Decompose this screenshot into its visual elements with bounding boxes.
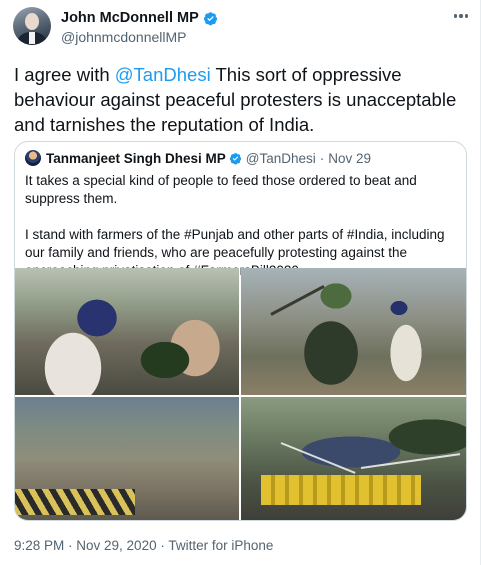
more-options-icon[interactable] xyxy=(452,8,470,24)
verified-badge-icon xyxy=(229,152,241,164)
quoted-display-name[interactable]: Tanmanjeet Singh Dhesi MP xyxy=(46,151,226,166)
mention-link[interactable]: @TanDhesi xyxy=(115,64,211,85)
media-photo-2[interactable] xyxy=(241,268,466,395)
quoted-separator: · xyxy=(319,150,325,166)
quoted-header: Tanmanjeet Singh Dhesi MP @TanDhesi · No… xyxy=(25,150,371,166)
author-avatar[interactable] xyxy=(13,7,51,45)
quoted-handle[interactable]: @TanDhesi xyxy=(246,151,316,166)
quoted-text: It takes a special kind of people to fee… xyxy=(25,172,457,280)
quoted-avatar[interactable] xyxy=(25,150,41,166)
tweet-text-before: I agree with xyxy=(14,64,115,85)
media-photo-3[interactable] xyxy=(15,397,239,520)
tweet-text: I agree with @TanDhesi This sort of oppr… xyxy=(14,62,474,137)
author-handle[interactable]: @johnmcdonnellMP xyxy=(61,29,187,45)
author-name-row[interactable]: John McDonnell MP xyxy=(61,10,218,26)
quoted-date[interactable]: Nov 29 xyxy=(328,151,371,166)
media-photo-4[interactable] xyxy=(241,397,466,520)
tweet: John McDonnell MP @johnmcdonnellMP I agr… xyxy=(0,0,481,565)
tweet-timestamp[interactable]: 9:28 PM · Nov 29, 2020 · Twitter for iPh… xyxy=(14,538,273,553)
media-photo-1[interactable] xyxy=(15,268,239,395)
quoted-tweet[interactable]: Tanmanjeet Singh Dhesi MP @TanDhesi · No… xyxy=(14,141,467,521)
media-grid xyxy=(15,268,466,520)
verified-badge-icon xyxy=(203,11,217,25)
quoted-paragraph-1: It takes a special kind of people to fee… xyxy=(25,173,417,206)
author-display-name[interactable]: John McDonnell MP xyxy=(61,10,199,26)
